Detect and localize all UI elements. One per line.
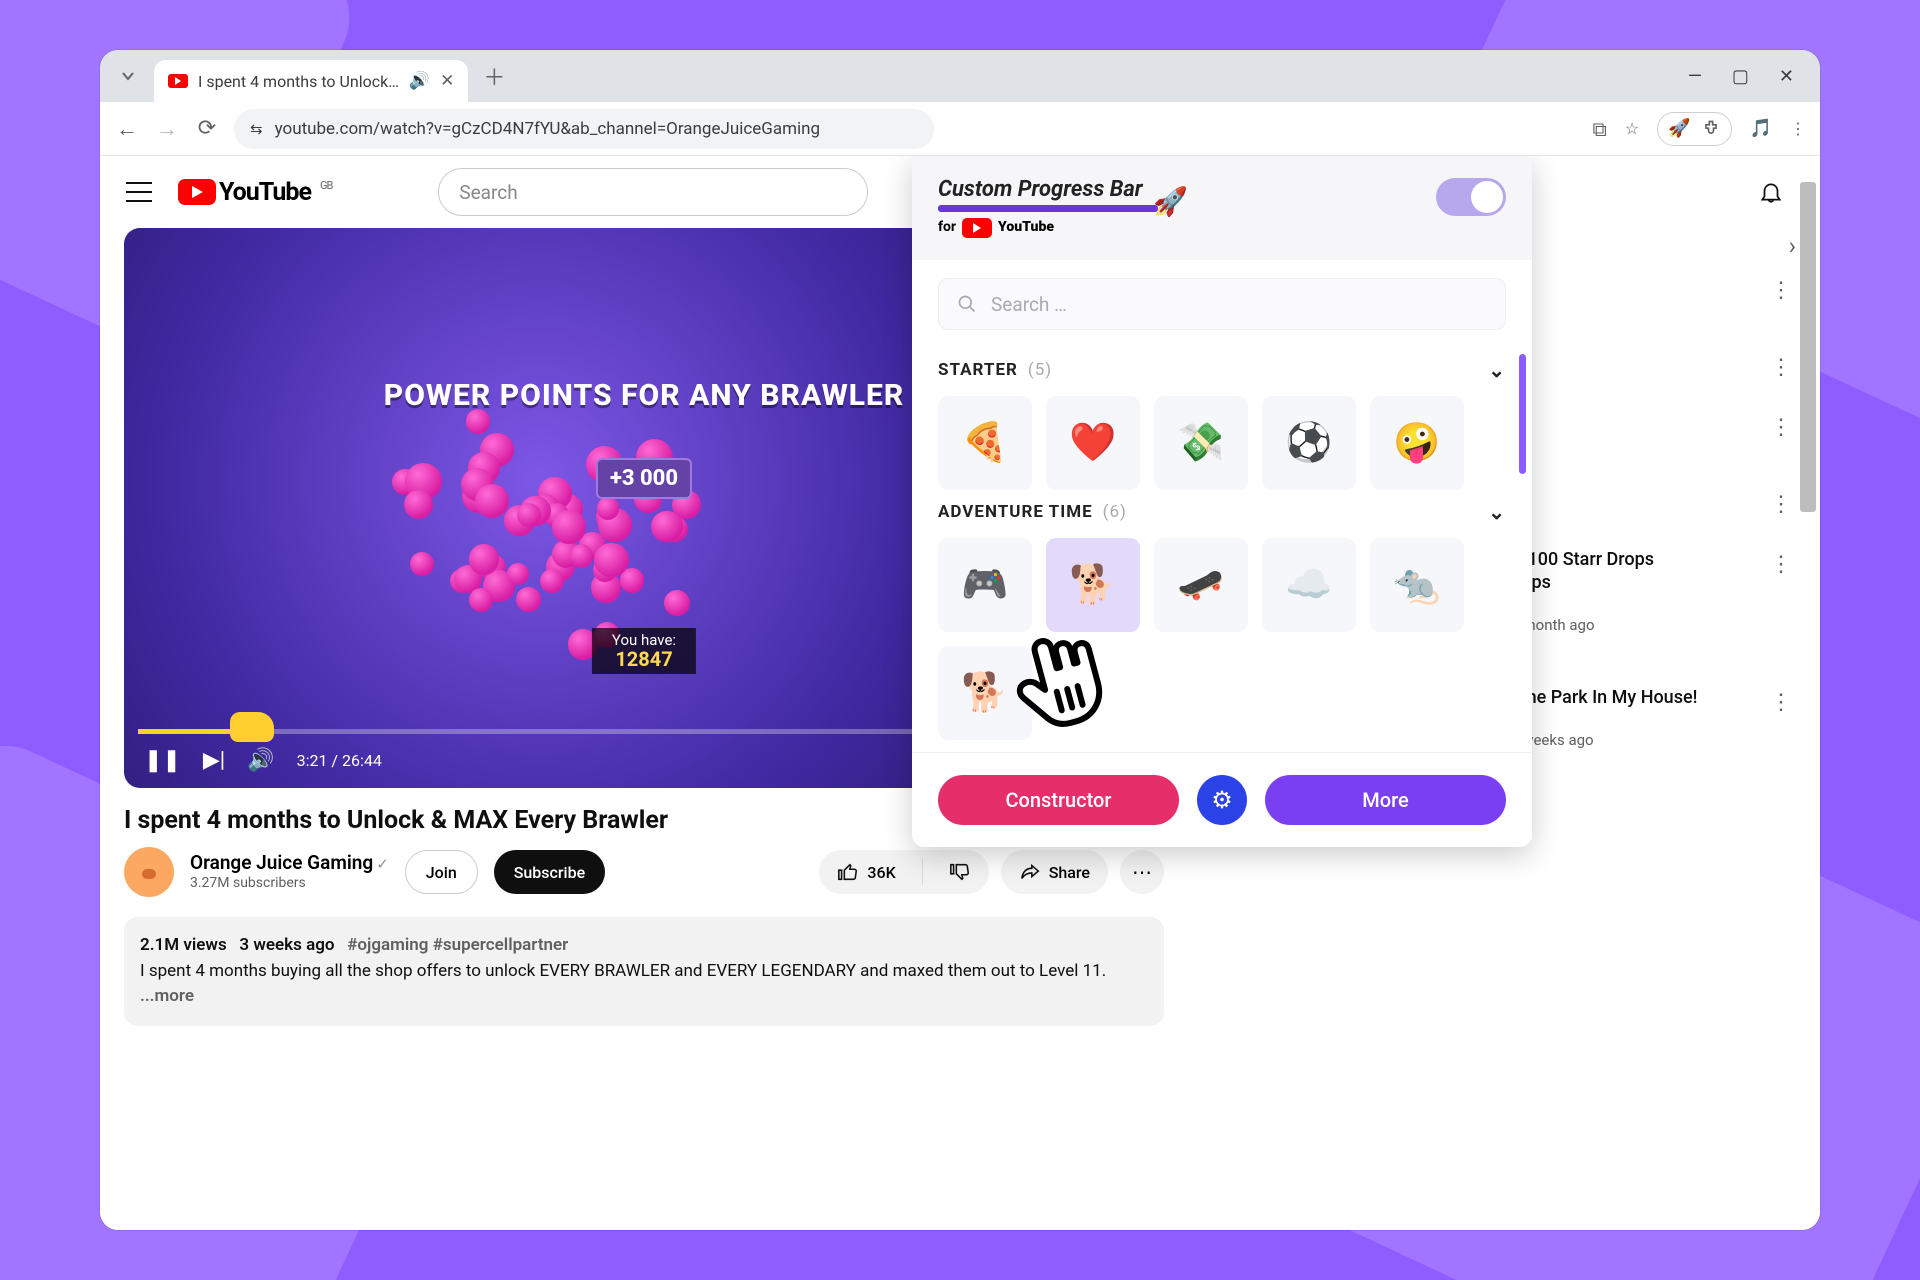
site-control-icon[interactable]: ⇆ [250, 120, 263, 138]
tab-strip: I spent 4 months to Unlock… 🔊 ✕ ＋ — ▢ ✕ [100, 50, 1820, 102]
rocket-icon: 🚀 [1668, 118, 1690, 139]
constructor-button[interactable]: Constructor [938, 775, 1179, 825]
progress-bar-option[interactable]: 🍕 [938, 396, 1032, 490]
close-window-icon[interactable]: ✕ [1779, 66, 1794, 87]
browser-toolbar: ← → ⟳ ⇆ youtube.com/watch?v=gCzCD4N7fYU&… [100, 102, 1820, 156]
extension-scrollbar[interactable] [1519, 354, 1526, 474]
extension-settings-button[interactable]: ⚙ [1197, 775, 1247, 825]
extension-title: Custom Progress Bar [938, 178, 1158, 202]
category-header[interactable]: ADVENTURE TIME(6)⌄ [938, 500, 1506, 524]
pause-icon[interactable]: ❚❚ [144, 748, 181, 773]
notifications-icon[interactable] [1758, 179, 1784, 205]
new-tab-button[interactable]: ＋ [476, 58, 512, 94]
video-graphic [324, 416, 744, 656]
progress-bar-option[interactable]: 🛹 [1154, 538, 1248, 632]
desc-views: 2.1M views [140, 935, 227, 955]
share-button[interactable]: Share [1001, 850, 1108, 894]
related-more-icon[interactable]: ⋮ [1766, 351, 1796, 384]
reload-icon[interactable]: ⟳ [194, 116, 220, 141]
scrollbar-thumb[interactable] [1800, 182, 1816, 512]
extensions-icon[interactable] [1701, 119, 1721, 139]
desc-age: 3 weeks ago [239, 935, 334, 955]
browser-menu-icon[interactable]: ⋮ [1790, 119, 1806, 138]
youtube-region: GB [320, 179, 332, 192]
join-button[interactable]: Join [405, 850, 478, 894]
youtube-favicon-icon [168, 74, 188, 88]
channel-subs: 3.27M subscribers [190, 875, 389, 893]
progress-bar-option[interactable]: ☁️ [1262, 538, 1356, 632]
hamburger-icon[interactable] [126, 182, 152, 202]
desc-more[interactable]: ...more [140, 986, 194, 1006]
tab-title: I spent 4 months to Unlock… [198, 72, 399, 91]
video-bonus-label: +3 000 [596, 458, 692, 499]
minimize-icon[interactable]: — [1688, 66, 1702, 87]
desc-tags: #ojgaming #supercellpartner [347, 935, 568, 955]
subscribe-button[interactable]: Subscribe [494, 850, 605, 894]
video-you-have: You have: 12847 [592, 628, 696, 674]
window-controls: — ▢ ✕ [1688, 66, 1810, 87]
url: youtube.com/watch?v=gCzCD4N7fYU&ab_chann… [275, 119, 821, 139]
browser-window: I spent 4 months to Unlock… 🔊 ✕ ＋ — ▢ ✕ … [100, 50, 1820, 1230]
related-more-icon[interactable]: ⋮ [1766, 548, 1796, 581]
hand-cursor-icon [1000, 616, 1120, 736]
youtube-mini-icon [962, 218, 992, 238]
youtube-logo-text: YouTube [219, 178, 311, 207]
progress-bar-option[interactable]: 💸 [1154, 396, 1248, 490]
youtube-logo-icon [178, 179, 216, 205]
back-icon[interactable]: ← [114, 116, 140, 142]
browser-tab[interactable]: I spent 4 months to Unlock… 🔊 ✕ [154, 60, 468, 102]
extension-popup: Custom Progress Bar for YouTube Search …… [912, 156, 1532, 847]
like-dislike-pill: 36K [819, 850, 988, 894]
like-button[interactable]: 36K [819, 861, 913, 883]
volume-icon[interactable]: 🔊 [247, 748, 274, 773]
more-actions-button[interactable]: ⋯ [1120, 850, 1164, 894]
maximize-icon[interactable]: ▢ [1732, 66, 1749, 87]
related-more-icon[interactable]: ⋮ [1766, 274, 1796, 307]
tab-audio-icon[interactable]: 🔊 [409, 71, 430, 91]
chevron-down-icon: ⌄ [1488, 358, 1506, 382]
next-icon[interactable]: ▶| [203, 748, 225, 773]
channel-avatar[interactable] [124, 847, 174, 897]
related-more-icon[interactable]: ⋮ [1766, 411, 1796, 444]
reading-list-icon[interactable]: 🎵 [1750, 118, 1772, 139]
extension-title-underline [938, 205, 1158, 212]
youtube-logo[interactable]: YouTube GB [178, 178, 332, 207]
related-more-icon[interactable]: ⋮ [1766, 686, 1796, 719]
forward-icon[interactable]: → [154, 116, 180, 142]
player-time: 3:21 / 26:44 [297, 751, 382, 770]
channel-name[interactable]: Orange Juice Gaming✓ [190, 851, 389, 875]
address-bar[interactable]: ⇆ youtube.com/watch?v=gCzCD4N7fYU&ab_cha… [234, 109, 934, 149]
more-button[interactable]: More [1265, 775, 1506, 825]
related-more-icon[interactable]: ⋮ [1766, 488, 1796, 521]
screenshare-icon[interactable]: ⧉ [1593, 117, 1607, 141]
channel-row: Orange Juice Gaming✓ 3.27M subscribers J… [124, 847, 1164, 897]
desc-body: I spent 4 months buying all the shop off… [140, 961, 1106, 981]
progress-bar-jake-icon [230, 712, 274, 742]
dislike-button[interactable] [931, 861, 989, 883]
bookmark-icon[interactable]: ☆ [1625, 119, 1639, 138]
progress-bar-option[interactable]: ⚽ [1262, 396, 1356, 490]
page-viewport: YouTube GB Search POWER POINTS FOR ANY B… [100, 156, 1820, 1230]
extension-pinned[interactable]: 🚀 [1657, 112, 1731, 146]
extension-toggle[interactable] [1436, 178, 1506, 216]
verified-icon: ✓ [376, 855, 389, 873]
chevron-right-icon[interactable]: › [1789, 232, 1796, 260]
youtube-search-placeholder: Search [459, 181, 517, 204]
extension-search-placeholder: Search … [991, 293, 1067, 316]
tab-close-icon[interactable]: ✕ [440, 71, 454, 91]
progress-bar-option[interactable]: 🐀 [1370, 538, 1464, 632]
progress-bar-option[interactable]: ❤️ [1046, 396, 1140, 490]
category-header[interactable]: STARTER(5)⌄ [938, 358, 1506, 382]
tab-search-chevron-icon[interactable] [110, 58, 146, 94]
youtube-search-input[interactable]: Search [438, 168, 868, 216]
video-description[interactable]: 2.1M views 3 weeks ago #ojgaming #superc… [124, 917, 1164, 1026]
progress-bar-option[interactable]: 🤪 [1370, 396, 1464, 490]
extension-search-input[interactable]: Search … [938, 278, 1506, 330]
chevron-down-icon: ⌄ [1488, 500, 1506, 524]
search-icon [957, 294, 977, 314]
extension-subtitle: for YouTube [938, 218, 1158, 238]
